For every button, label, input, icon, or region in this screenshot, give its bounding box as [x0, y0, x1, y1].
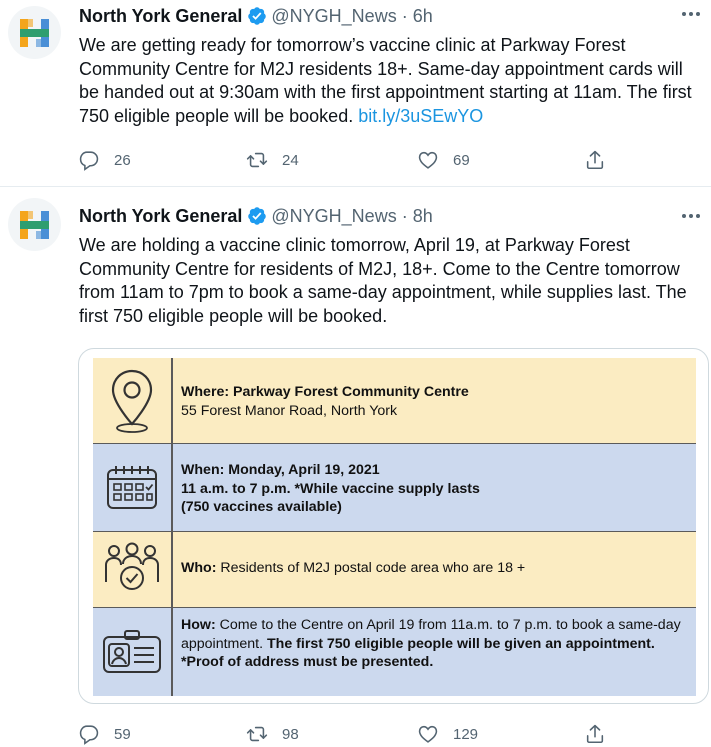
tweet-actions: 26 24 69: [78, 148, 618, 172]
reply-icon: [79, 151, 99, 171]
location-pin-icon: [97, 358, 167, 443]
reply-count: 59: [114, 725, 131, 743]
how-content: How: Come to the Centre on April 19 from…: [181, 616, 690, 672]
timestamp[interactable]: 6h: [413, 6, 433, 27]
author-handle[interactable]: @NYGH_News: [271, 6, 396, 27]
calendar-icon: [97, 444, 167, 531]
author-name[interactable]: North York General: [79, 6, 242, 27]
share-button[interactable]: [584, 722, 606, 746]
media-card[interactable]: Where: Parkway Forest Community Centre 5…: [78, 348, 709, 704]
infographic-row-who: Who: Residents of M2J postal code area w…: [93, 532, 696, 608]
who-label: Who:: [181, 560, 217, 576]
tweet-header: North York General @NYGH_News · 8h: [79, 204, 433, 228]
infographic-row-when: When: Monday, April 19, 2021 11 a.m. to …: [93, 444, 696, 532]
timestamp[interactable]: 8h: [413, 206, 433, 227]
heart-icon: [418, 151, 438, 169]
reply-button[interactable]: 59: [78, 722, 131, 746]
how-proof: *Proof of address must be presented.: [181, 654, 434, 670]
tweet-header: North York General @NYGH_News · 6h: [79, 4, 433, 28]
infographic-row-how: How: Come to the Centre on April 19 from…: [93, 608, 696, 696]
tweet[interactable]: North York General @NYGH_News · 8h We ar…: [0, 188, 711, 747]
more-icon[interactable]: [679, 206, 703, 226]
when-note: (750 vaccines available): [181, 499, 342, 515]
when-content: When: Monday, April 19, 2021 11 a.m. to …: [181, 461, 690, 517]
infographic-row-where: Where: Parkway Forest Community Centre 5…: [93, 358, 696, 444]
like-count: 129: [453, 725, 479, 743]
where-content: Where: Parkway Forest Community Centre 5…: [181, 383, 690, 420]
how-bold: The first 750 eligible people will be gi…: [266, 635, 655, 652]
tweet-text: We are holding a vaccine clinic tomorrow…: [79, 235, 687, 326]
people-check-icon: [97, 532, 167, 607]
retweet-icon: [246, 726, 268, 742]
who-content: Who: Residents of M2J postal code area w…: [181, 559, 690, 578]
where-label: Where: Parkway Forest Community Centre: [181, 384, 469, 400]
retweet-button[interactable]: 24: [246, 148, 299, 172]
retweet-count: 24: [282, 151, 299, 169]
author-handle[interactable]: @NYGH_News: [271, 206, 396, 227]
reply-button[interactable]: 26: [78, 148, 131, 172]
retweet-button[interactable]: 98: [246, 722, 299, 746]
verified-badge-icon: [247, 6, 267, 26]
tweet-link[interactable]: bit.ly/3uSEwYO: [358, 106, 483, 126]
retweet-icon: [246, 152, 268, 168]
who-text: Residents of M2J postal code area who ar…: [216, 560, 526, 576]
when-label: When: Monday, April 19, 2021: [181, 462, 380, 478]
vaccine-clinic-infographic: Where: Parkway Forest Community Centre 5…: [93, 358, 696, 696]
verified-badge-icon: [247, 206, 267, 226]
share-button[interactable]: [584, 148, 606, 172]
like-count: 69: [453, 151, 470, 169]
author-name[interactable]: North York General: [79, 206, 242, 227]
id-card-icon: [97, 608, 167, 696]
tweet-text: We are getting ready for tomorrow’s vacc…: [79, 34, 697, 128]
separator: ·: [401, 5, 408, 26]
like-button[interactable]: 129: [417, 722, 478, 746]
share-icon: [586, 724, 604, 744]
avatar[interactable]: [8, 198, 61, 251]
tweet-actions: 59 98 129: [78, 722, 618, 746]
tweet[interactable]: North York General @NYGH_News · 6h We ar…: [0, 0, 711, 187]
share-icon: [586, 150, 604, 170]
reply-count: 26: [114, 151, 131, 169]
separator: ·: [401, 205, 408, 226]
when-hours: 11 a.m. to 7 p.m. *While vaccine supply …: [181, 480, 480, 497]
how-label: How:: [181, 617, 216, 633]
where-address: 55 Forest Manor Road, North York: [181, 402, 398, 419]
avatar[interactable]: [8, 6, 61, 59]
heart-icon: [418, 725, 438, 743]
more-icon[interactable]: [679, 4, 703, 24]
reply-icon: [79, 725, 99, 745]
like-button[interactable]: 69: [417, 148, 470, 172]
retweet-count: 98: [282, 725, 299, 743]
